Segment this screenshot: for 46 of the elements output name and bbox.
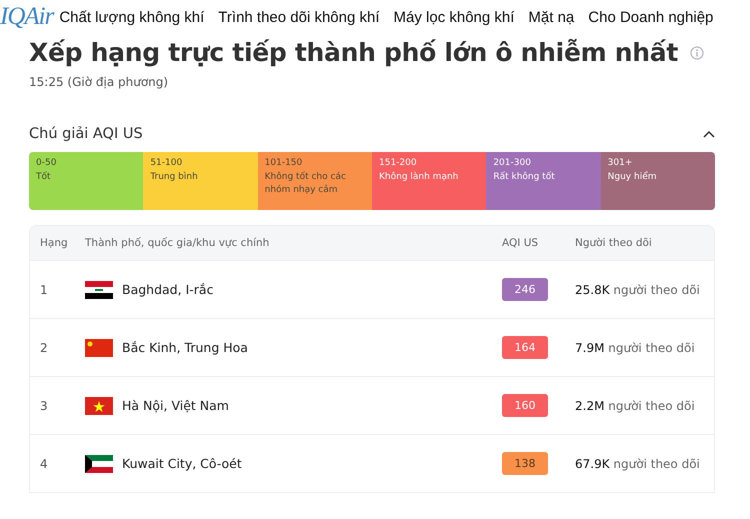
rank-cell-text: 1 [40, 282, 49, 296]
aqi-category: Không tốt cho các nhóm nhạy cảm [264, 170, 347, 197]
aqi-value: 246 [502, 278, 548, 301]
aqi-range: 301+ [608, 157, 634, 170]
aqi-range: 101-150 [264, 157, 304, 170]
rank-cell-text: 3 [40, 398, 49, 412]
aqi-value: 164 [502, 336, 548, 359]
aqi-category: Tốt [36, 170, 52, 184]
local-time: 15:25 (Giờ địa phương) [29, 75, 170, 89]
aqi-category: Không lành mạnh [379, 170, 460, 184]
city-name[interactable]: Hà Nội, Việt Nam [122, 398, 229, 413]
aqi-range: 51-100 [150, 157, 184, 170]
flag-icon [85, 454, 113, 472]
city-name[interactable]: Bắc Kinh, Trung Hoa [122, 340, 248, 355]
nav-link[interactable]: Mặt nạ [528, 8, 574, 26]
aqi-value: 160 [502, 394, 548, 417]
nav-link[interactable]: Chất lượng không khí [59, 8, 204, 26]
flag-icon [85, 396, 113, 414]
column-header: Thành phố, quốc gia/khu vực chính [85, 237, 270, 249]
rank-cell-text: 4 [40, 456, 49, 470]
nav-link[interactable]: Cho Doanh nghiệp [588, 8, 714, 26]
collapse-button[interactable] [703, 130, 715, 138]
page-title: Xếp hạng trực tiếp thành phố lớn ô nhiễm nhất [29, 38, 678, 67]
flag-icon [85, 280, 113, 298]
aqi-category: Trung bình [150, 170, 199, 184]
city-name[interactable]: Baghdad, I-rắc [122, 282, 214, 297]
aqi-value: 138 [502, 452, 548, 475]
followers-count: 67.9K người theo dõi [575, 456, 701, 470]
logo[interactable]: IQAir [0, 3, 54, 31]
aqi-category: Nguy hiểm [608, 170, 658, 184]
aqi-range: 0-50 [36, 157, 58, 170]
column-header: Người theo dõi [575, 237, 653, 249]
followers-count: 2.2M người theo dõi [575, 398, 696, 412]
aqi-category: Rất không tốt [493, 170, 556, 184]
legend-heading: Chú giải AQI US [29, 126, 143, 142]
followers-count: 7.9M người theo dõi [575, 340, 696, 354]
column-header: AQI US [502, 237, 540, 249]
city-name[interactable]: Kuwait City, Cô-oét [122, 456, 242, 471]
column-header: Hạng [40, 237, 69, 249]
followers-count: 25.8K người theo dõi [575, 282, 701, 296]
aqi-range: 201-300 [493, 157, 532, 170]
rank-cell-text: 2 [40, 340, 49, 354]
nav-link[interactable]: Trình theo dõi không khí [218, 8, 380, 26]
nav-link[interactable]: Máy lọc không khí [394, 8, 514, 26]
flag-icon [85, 338, 113, 356]
aqi-range: 151-200 [379, 157, 418, 170]
